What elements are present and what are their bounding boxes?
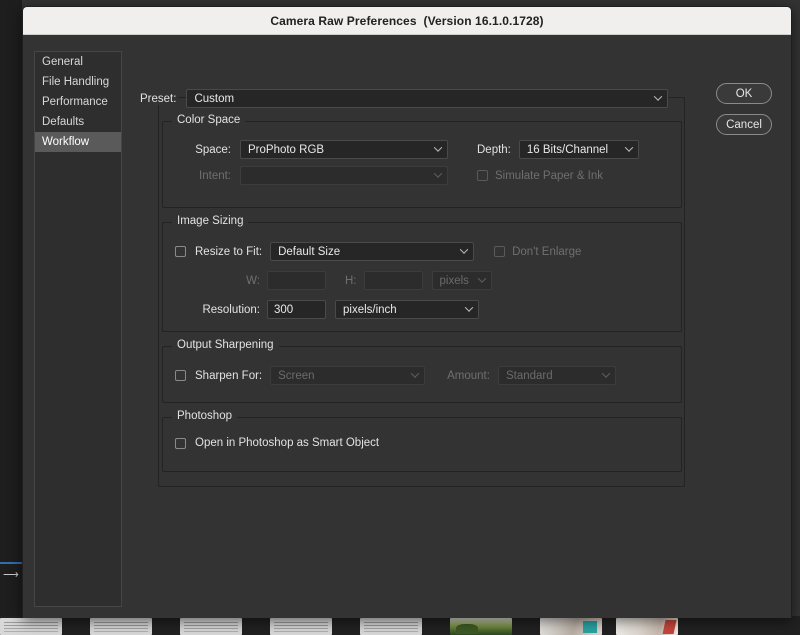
app-root: ⟶ Camera Raw Preferences (Version 16.1.0… bbox=[0, 0, 800, 635]
cancel-button[interactable]: Cancel bbox=[716, 114, 772, 135]
image-sizing-legend: Image Sizing bbox=[172, 215, 249, 227]
sharpen-for-checkbox[interactable] bbox=[175, 370, 186, 381]
amount-label: Amount: bbox=[447, 369, 490, 382]
filmstrip-thumbnail[interactable] bbox=[450, 618, 512, 635]
height-input bbox=[363, 271, 423, 290]
height-label: H: bbox=[345, 274, 357, 287]
preset-value: Custom bbox=[194, 92, 235, 105]
resize-to-fit-checkbox[interactable] bbox=[175, 246, 186, 257]
sidebar-item-file-handling[interactable]: File Handling bbox=[35, 72, 121, 92]
color-space-group: Color Space Space: ProPhoto RGB Depth: 1… bbox=[162, 114, 682, 208]
chevron-down-icon bbox=[466, 306, 473, 313]
dialog-body: General File Handling Performance Defaults W… bbox=[23, 35, 791, 618]
filmstrip-thumbnail[interactable] bbox=[0, 618, 62, 635]
photoshop-group: Photoshop Open in Photoshop as Smart Obj… bbox=[162, 410, 682, 472]
chevron-down-icon bbox=[626, 146, 633, 153]
filmstrip-thumbnail[interactable] bbox=[616, 618, 678, 635]
left-rail: ⟶ bbox=[0, 0, 22, 635]
preset-select[interactable]: Custom bbox=[186, 89, 669, 108]
image-sizing-row-resize: Resize to Fit: Default Size Don't Enlarg… bbox=[175, 242, 581, 261]
chevron-down-icon bbox=[603, 372, 610, 379]
filmstrip-thumbnail[interactable] bbox=[540, 618, 602, 635]
camera-raw-preferences-dialog: Camera Raw Preferences (Version 16.1.0.1… bbox=[22, 6, 792, 618]
color-space-row-space: Space: ProPhoto RGB Depth: 16 Bits/Chann… bbox=[183, 140, 639, 159]
resolution-unit-value: pixels/inch bbox=[343, 303, 397, 316]
sharpen-for-label: Sharpen For: bbox=[195, 369, 263, 382]
sidebar-item-workflow[interactable]: Workflow bbox=[35, 132, 121, 152]
expand-arrow-icon[interactable]: ⟶ bbox=[3, 568, 19, 582]
ok-button[interactable]: OK bbox=[716, 83, 772, 104]
intent-select bbox=[240, 166, 448, 185]
preset-row: Preset: Custom bbox=[140, 89, 669, 108]
output-sharpening-legend: Output Sharpening bbox=[172, 339, 279, 351]
dialog-titlebar: Camera Raw Preferences (Version 16.1.0.1… bbox=[23, 7, 791, 35]
output-sharpening-row: Sharpen For: Screen Amount: Standard bbox=[175, 366, 616, 385]
resize-to-fit-select[interactable]: Default Size bbox=[270, 242, 475, 261]
chevron-down-icon bbox=[435, 146, 442, 153]
resize-to-fit-label: Resize to Fit: bbox=[195, 245, 263, 258]
sidebar-item-defaults[interactable]: Defaults bbox=[35, 112, 121, 132]
dialog-title: Camera Raw Preferences (Version 16.1.0.1… bbox=[270, 13, 544, 28]
chevron-down-icon bbox=[412, 372, 419, 379]
amount-value: Standard bbox=[505, 369, 553, 382]
chevron-down-icon bbox=[435, 172, 442, 179]
dimension-unit-select: pixels bbox=[431, 271, 492, 290]
space-label: Space: bbox=[195, 143, 231, 156]
rail-accent-line bbox=[0, 562, 22, 564]
image-sizing-row-resolution: Resolution: 300 pixels/inch bbox=[175, 300, 479, 319]
space-select[interactable]: ProPhoto RGB bbox=[240, 140, 448, 159]
photoshop-legend: Photoshop bbox=[172, 410, 237, 422]
filmstrip-thumbnail[interactable] bbox=[90, 618, 152, 635]
resize-to-fit-value: Default Size bbox=[278, 245, 341, 258]
width-label: W: bbox=[246, 274, 260, 287]
resolution-unit-select[interactable]: pixels/inch bbox=[335, 300, 479, 319]
filmstrip-thumbnail[interactable] bbox=[180, 618, 242, 635]
chevron-down-icon bbox=[461, 248, 468, 255]
workflow-panel: Preset: Custom Color Space Space: ProPho… bbox=[140, 77, 685, 492]
sharpen-for-value: Screen bbox=[278, 369, 315, 382]
simulate-paper-ink-label: Simulate Paper & Ink bbox=[495, 169, 604, 182]
chevron-down-icon bbox=[479, 277, 486, 284]
depth-value: 16 Bits/Channel bbox=[526, 143, 609, 156]
simulate-paper-ink-checkbox bbox=[477, 170, 488, 181]
dont-enlarge-checkbox bbox=[494, 246, 506, 257]
sidebar-item-general[interactable]: General bbox=[35, 52, 121, 72]
chevron-down-icon bbox=[655, 95, 662, 102]
preferences-sidebar[interactable]: General File Handling Performance Defaults W… bbox=[34, 51, 122, 607]
open-as-smart-object-label: Open in Photoshop as Smart Object bbox=[195, 437, 380, 449]
image-sizing-group: Image Sizing Resize to Fit: Default Size… bbox=[162, 215, 682, 332]
dimension-unit-value: pixels bbox=[439, 274, 469, 287]
resolution-label: Resolution: bbox=[202, 303, 260, 316]
filmstrip-thumbnail[interactable] bbox=[270, 618, 332, 635]
depth-label: Depth: bbox=[477, 143, 511, 156]
preset-label: Preset: bbox=[140, 92, 179, 105]
filmstrip-thumbnail[interactable] bbox=[360, 618, 422, 635]
space-value: ProPhoto RGB bbox=[248, 143, 325, 156]
color-space-row-intent: Intent: Simulate Paper & Ink bbox=[183, 166, 603, 185]
sidebar-item-performance[interactable]: Performance bbox=[35, 92, 121, 112]
amount-select: Standard bbox=[497, 366, 616, 385]
filmstrip[interactable] bbox=[0, 616, 800, 635]
color-space-legend: Color Space bbox=[172, 114, 246, 126]
depth-select[interactable]: 16 Bits/Channel bbox=[518, 140, 639, 159]
output-sharpening-group: Output Sharpening Sharpen For: Screen Am… bbox=[162, 339, 682, 403]
width-input bbox=[267, 271, 326, 290]
image-sizing-row-dimensions: W: H: pixels bbox=[175, 271, 492, 290]
photoshop-row: Open in Photoshop as Smart Object bbox=[175, 437, 379, 449]
sharpen-for-select: Screen bbox=[270, 366, 426, 385]
intent-label: Intent: bbox=[199, 169, 231, 182]
open-as-smart-object-checkbox[interactable] bbox=[175, 437, 186, 449]
dont-enlarge-label: Don't Enlarge bbox=[512, 245, 582, 258]
resolution-input[interactable]: 300 bbox=[267, 300, 326, 319]
